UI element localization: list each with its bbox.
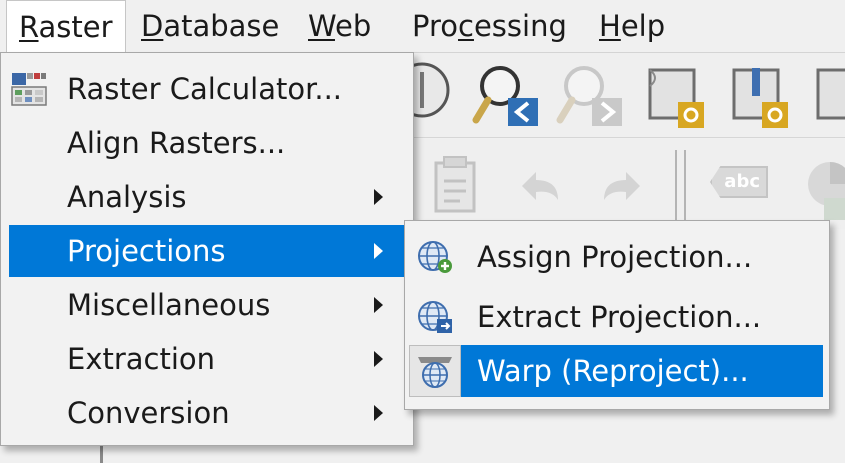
undo-icon[interactable] — [512, 160, 568, 216]
menu-item-label: Raster Calculator... — [67, 72, 343, 106]
menu-item-label: Align Rasters... — [67, 126, 286, 160]
raster-menu: Raster Calculator... Align Rasters... An… — [0, 52, 414, 446]
assign-projection-icon — [418, 241, 452, 273]
menu-item-projections[interactable]: Projections — [9, 225, 405, 277]
zoom-next-icon[interactable] — [556, 62, 626, 132]
menu-processing[interactable]: Processing — [400, 0, 579, 52]
menu-item-label: Extract Projection... — [477, 300, 762, 334]
menu-item-label: Warp (Reproject)... — [477, 354, 749, 388]
pan-circle-icon[interactable] — [408, 62, 460, 122]
menu-item-label: Conversion — [67, 396, 230, 430]
menu-item-label: Assign Projection... — [477, 240, 753, 274]
warp-icon-frame — [409, 345, 461, 397]
menu-item-extraction[interactable]: Extraction — [1, 333, 413, 385]
menu-help[interactable]: Help — [587, 0, 677, 52]
submenu-arrow-icon — [374, 297, 383, 313]
menu-item-assign-projection[interactable]: Assign Projection... — [405, 231, 829, 283]
menu-web[interactable]: Web — [296, 0, 383, 52]
toolbar-separator-1 — [675, 150, 677, 220]
menu-item-label: Analysis — [67, 180, 187, 214]
new-3d-map-view-icon[interactable] — [728, 64, 798, 134]
menubar: Raster Database Web Processing Help — [0, 0, 845, 53]
submenu-arrow-icon — [374, 243, 383, 259]
label-tool-icon[interactable]: abc — [710, 166, 768, 198]
submenu-arrow-icon — [374, 189, 383, 205]
menu-item-label: Extraction — [67, 342, 216, 376]
menu-item-label: Miscellaneous — [67, 288, 271, 322]
menu-item-analysis[interactable]: Analysis — [1, 171, 413, 223]
zoom-previous-icon[interactable] — [472, 62, 542, 132]
menu-item-label: Projections — [67, 234, 226, 268]
menu-item-warp-reproject[interactable]: Warp (Reproject)... — [461, 345, 823, 397]
menu-database[interactable]: Database — [129, 0, 291, 52]
warp-reproject-icon — [418, 357, 452, 388]
raster-calculator-icon — [11, 73, 47, 106]
toolbar-separator-2 — [684, 150, 686, 220]
menu-item-extract-projection[interactable]: Extract Projection... — [405, 291, 829, 343]
projections-submenu: Assign Projection... Extract Projection.… — [404, 220, 830, 410]
menu-raster[interactable]: Raster — [6, 0, 126, 52]
menu-item-miscellaneous[interactable]: Miscellaneous — [1, 279, 413, 331]
new-map-view-icon[interactable] — [644, 64, 714, 134]
menu-item-conversion[interactable]: Conversion — [1, 387, 413, 439]
map-view-partial-icon[interactable] — [812, 64, 845, 134]
menu-item-align-rasters[interactable]: Align Rasters... — [1, 117, 413, 169]
extract-projection-icon — [418, 301, 452, 333]
diagram-tool-icon[interactable] — [800, 160, 845, 220]
menu-item-raster-calculator[interactable]: Raster Calculator... — [1, 63, 413, 115]
paste-icon[interactable] — [430, 155, 482, 219]
submenu-arrow-icon — [374, 405, 383, 421]
redo-icon[interactable] — [594, 160, 650, 216]
submenu-arrow-icon — [374, 351, 383, 367]
